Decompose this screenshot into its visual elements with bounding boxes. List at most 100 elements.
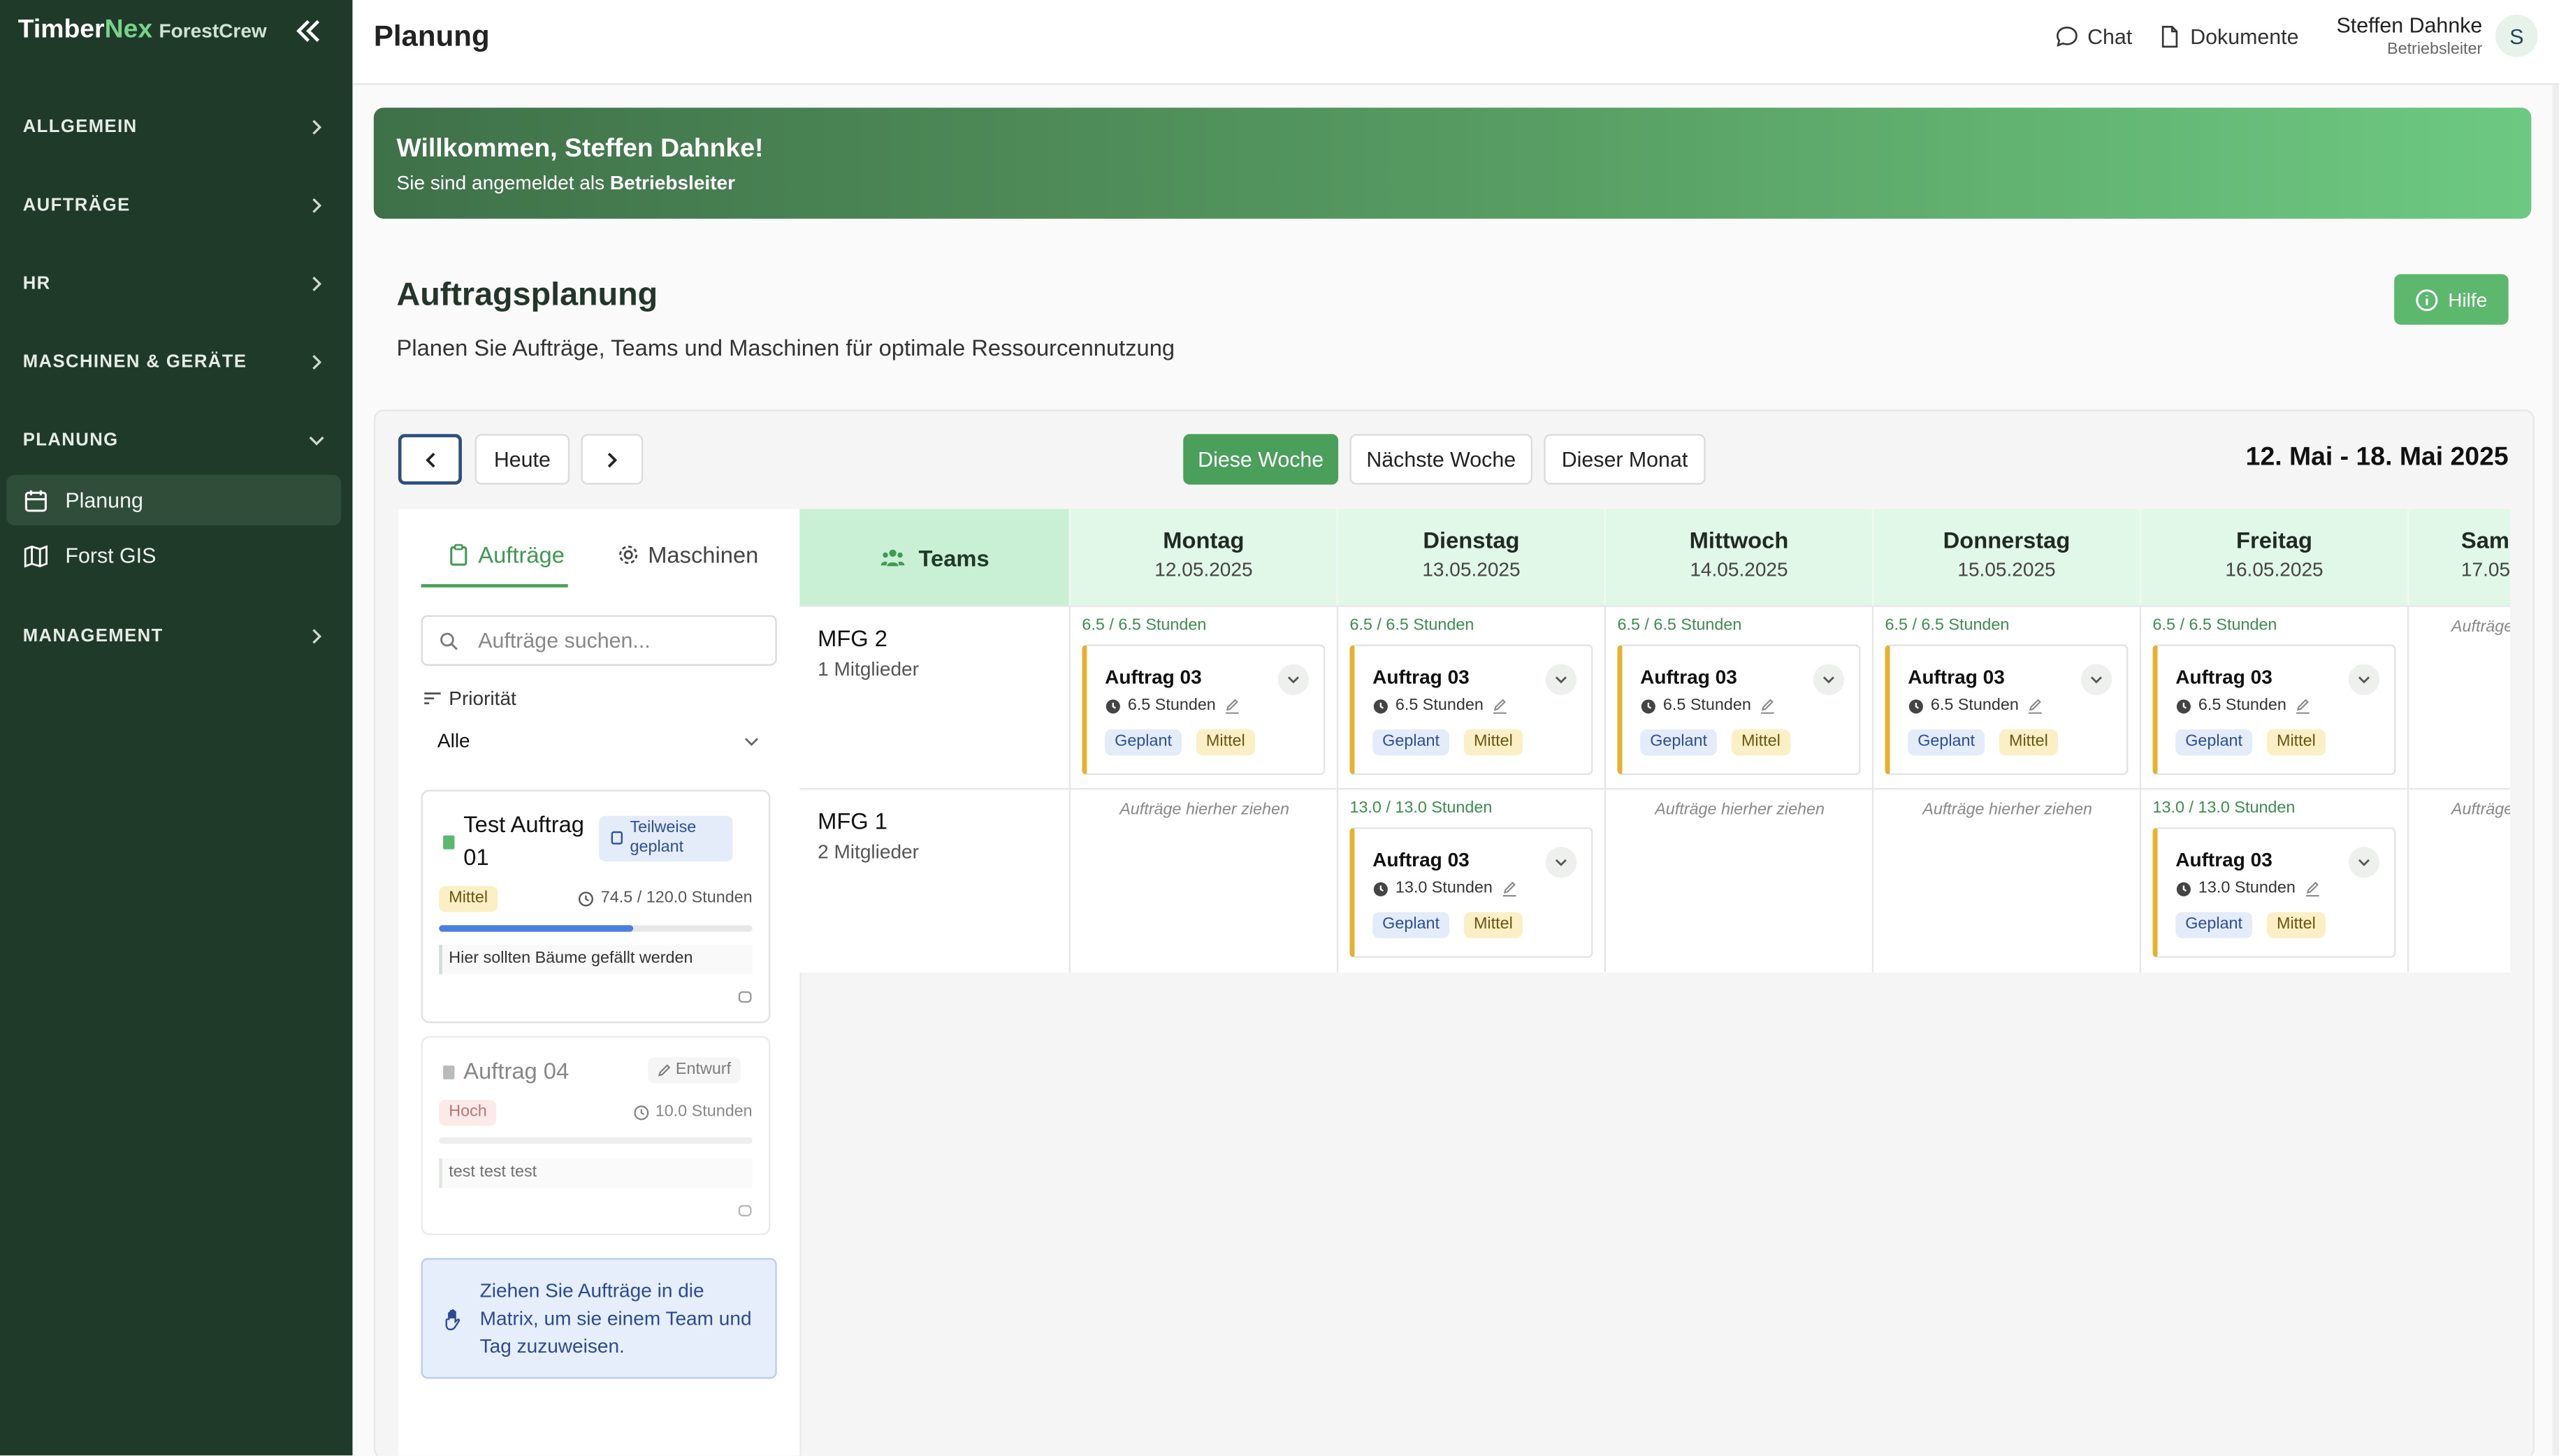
edit-icon[interactable]	[1500, 880, 1516, 896]
team-name: MFG 2	[818, 625, 888, 651]
chevron-down-icon	[2358, 676, 2370, 684]
avatar[interactable]: S	[2495, 15, 2538, 57]
search-input[interactable]	[474, 626, 760, 655]
day-cell[interactable]: Aufträge hierher ziehen	[1068, 789, 1337, 973]
order-progress-bar	[439, 925, 753, 932]
day-cell[interactable]: 13.0 / 13.0 Stunden Auftrag 03 13.0 Stund…	[2139, 789, 2407, 973]
assignment-card[interactable]: Auftrag 03 6.5 Stunden Geplant Mittel	[1349, 644, 1593, 776]
calendar-icon	[24, 489, 47, 511]
help-button[interactable]: Hilfe	[2394, 274, 2509, 325]
nav-section-planung[interactable]: PLANUNG	[0, 416, 352, 465]
edit-icon[interactable]	[1492, 697, 1508, 713]
expand-button[interactable]	[1545, 664, 1577, 695]
day-cell[interactable]: 13.0 / 13.0 Stunden Auftrag 03 13.0 Stund…	[1336, 789, 1604, 973]
sidebar-item-planung[interactable]: Planung	[6, 474, 342, 526]
edit-icon[interactable]	[2027, 697, 2043, 713]
nav-section-auftraege[interactable]: AUFTRÄGE	[0, 181, 352, 230]
day-name: Freitag	[2236, 527, 2313, 553]
cell-hours: 6.5 / 6.5 Stunden	[1082, 616, 1207, 635]
assignment-title: Auftrag 03	[2175, 848, 2272, 872]
expand-button[interactable]	[1277, 664, 1310, 695]
day-cell[interactable]: 6.5 / 6.5 Stunden Auftrag 03 6.5 Stunden G…	[1336, 606, 1604, 790]
assignment-hours-text: 6.5 Stunden	[1930, 697, 2019, 715]
edit-icon[interactable]	[2304, 880, 2320, 896]
day-cell[interactable]: 6.5 / 6.5 Stunden Auftrag 03 6.5 Stunden G…	[1068, 606, 1337, 790]
user-name[interactable]: Steffen Dahnke	[2337, 13, 2483, 38]
sidebar: TimberNex ForestCrew ALLGEMEIN AUFTRÄGE H…	[0, 0, 353, 1456]
sidebar-item-forst-gis[interactable]: Forst GIS	[6, 530, 341, 581]
order-card[interactable]: Test Auftrag 01 Teilweise geplant Mittel…	[421, 789, 771, 1024]
drag-handle-icon[interactable]	[738, 989, 753, 1003]
this-month-button[interactable]: Dieser Monat	[1544, 434, 1706, 485]
drag-hint: Ziehen Sie Aufträge in die Matrix, um si…	[421, 1258, 777, 1379]
brand-logo[interactable]: TimberNex ForestCrew	[18, 16, 267, 45]
assignment-card[interactable]: Auftrag 03 6.5 Stunden Geplant Mittel	[1617, 644, 1861, 776]
order-priority-badge: Hoch	[439, 1100, 497, 1126]
assignment-title: Auftrag 03	[1372, 848, 1470, 872]
day-cell[interactable]: Aufträge hierher ziehen	[2407, 789, 2510, 973]
expand-button[interactable]	[1813, 664, 1845, 695]
edit-icon[interactable]	[2295, 697, 2311, 713]
assignment-hours: 13.0 Stunden	[2175, 880, 2326, 898]
assignment-title: Auftrag 03	[1105, 665, 1202, 689]
edit-icon[interactable]	[1224, 697, 1240, 713]
day-date: 12.05.2025	[1154, 558, 1253, 581]
day-date: 17.05.2025	[2460, 558, 2510, 581]
order-title: Auftrag 04	[463, 1057, 570, 1084]
map-icon	[24, 544, 48, 567]
assignment-card[interactable]: Auftrag 03 13.0 Stunden Geplant Mittel	[2152, 827, 2396, 958]
nav-section-allgemein[interactable]: ALLGEMEIN	[0, 103, 352, 152]
chevron-down-icon	[1287, 676, 1299, 684]
this-week-button[interactable]: Diese Woche	[1183, 434, 1339, 485]
priority-badge: Mittel	[2267, 912, 2326, 938]
assignment-card[interactable]: Auftrag 03 6.5 Stunden Geplant Mittel	[1082, 644, 1326, 776]
priority-badge: Mittel	[2267, 729, 2326, 756]
assignment-card[interactable]: Auftrag 03 6.5 Stunden Geplant Mittel	[2152, 644, 2396, 776]
day-date: 15.05.2025	[1957, 558, 2056, 581]
day-name: Mittwoch	[1689, 527, 1789, 553]
tab-machines[interactable]: Maschinen	[617, 541, 758, 568]
page-scrollbar[interactable]	[2552, 85, 2559, 1456]
status-badge: Geplant	[1372, 729, 1449, 756]
chevron-right-icon	[312, 276, 322, 291]
tab-orders[interactable]: Aufträge	[447, 541, 565, 568]
today-button[interactable]: Heute	[474, 434, 570, 485]
order-note: Hier sollten Bäume gefällt werden	[439, 945, 753, 975]
nav-section-maschinen[interactable]: MASCHINEN & GERÄTE	[0, 337, 352, 386]
expand-button[interactable]	[2080, 664, 2112, 695]
day-cell[interactable]: Aufträge hierher ziehen	[2407, 606, 2510, 790]
chat-link[interactable]: Chat	[2054, 24, 2132, 49]
day-cell[interactable]: Aufträge hierher ziehen	[1871, 789, 2140, 973]
nav-section-management[interactable]: MANAGEMENT	[0, 612, 352, 661]
sidebar-item-label: Forst GIS	[65, 543, 157, 568]
nav-section-hr[interactable]: HR	[0, 259, 352, 308]
order-card[interactable]: Auftrag 04 Entwurf Hoch 10.0 Stunden tes…	[421, 1036, 771, 1235]
priority-filter-label: Priorität	[423, 687, 516, 710]
assignment-card[interactable]: Auftrag 03 6.5 Stunden Geplant Mittel	[1885, 644, 2129, 776]
edit-icon[interactable]	[1760, 697, 1776, 713]
expand-button[interactable]	[2348, 664, 2380, 695]
collapse-sidebar-icon[interactable]	[293, 16, 323, 45]
expand-button[interactable]	[2348, 847, 2380, 878]
day-cell[interactable]: 6.5 / 6.5 Stunden Auftrag 03 6.5 Stunden G…	[2139, 606, 2407, 790]
drag-handle-icon[interactable]	[738, 1202, 753, 1217]
priority-select[interactable]: Alle	[421, 721, 777, 760]
banner-title: Willkommen, Steffen Dahnke!	[396, 135, 764, 163]
day-cell[interactable]: Aufträge hierher ziehen	[1604, 789, 1872, 973]
documents-link[interactable]: Dokumente	[2158, 24, 2299, 49]
next-period-button[interactable]	[581, 434, 644, 485]
status-badge: Geplant	[2175, 912, 2253, 938]
day-cell[interactable]: 6.5 / 6.5 Stunden Auftrag 03 6.5 Stunden G…	[1604, 606, 1872, 790]
chevron-right-icon	[607, 451, 618, 467]
expand-button[interactable]	[1545, 847, 1577, 878]
next-week-button[interactable]: Nächste Woche	[1349, 434, 1533, 485]
status-badge: Geplant	[1908, 729, 1985, 756]
day-cell[interactable]: 6.5 / 6.5 Stunden Auftrag 03 6.5 Stunden G…	[1871, 606, 2140, 790]
document-icon	[2161, 26, 2178, 48]
drop-placeholder: Aufträge hierher ziehen	[2451, 801, 2510, 820]
order-search[interactable]	[421, 615, 777, 666]
assignment-card[interactable]: Auftrag 03 13.0 Stunden Geplant Mittel	[1349, 827, 1593, 958]
prev-period-button[interactable]	[398, 434, 462, 485]
assignment-title: Auftrag 03	[1372, 665, 1470, 689]
drop-placeholder: Aufträge hierher ziehen	[1655, 801, 1825, 820]
